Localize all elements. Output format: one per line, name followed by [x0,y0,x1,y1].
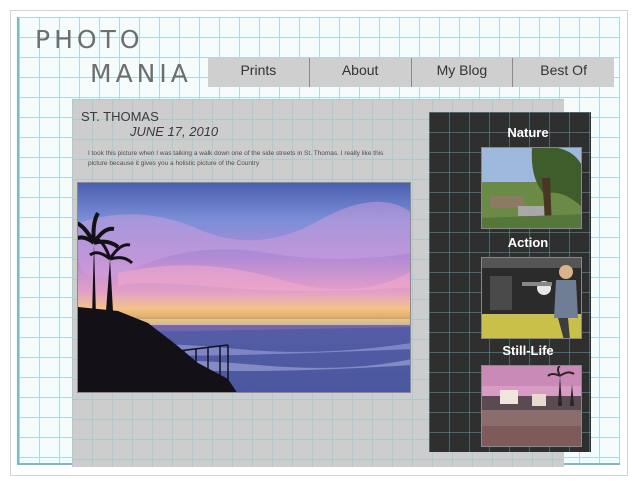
nav-item-best-of[interactable]: Best Of [512,58,614,87]
post-body: I took this picture when I was talking a… [88,150,384,167]
logo-line-mania: MANIA [90,59,192,88]
thumbnail-still-life[interactable] [481,365,582,447]
category-label-still-life[interactable]: Still-Life [466,343,590,358]
nav-item-my-blog[interactable]: My Blog [410,58,513,87]
featured-photo [77,182,411,393]
thumbnail-action[interactable] [481,257,582,339]
top-navigation: Prints About My Blog Best Of [208,58,614,87]
category-label-nature[interactable]: Nature [466,125,590,140]
post-title: ST. THOMAS [81,109,159,124]
nature-thumbnail-art [482,148,581,228]
sunset-illustration [78,201,410,392]
nav-item-about[interactable]: About [308,58,411,87]
thumbnail-nature[interactable] [481,147,582,229]
category-label-action[interactable]: Action [466,235,590,250]
post-date: JUNE 17, 2010 [130,124,219,139]
logo-line-photo: PHOTO [35,25,144,54]
still-life-thumbnail-art [482,366,581,446]
action-thumbnail-art [482,258,581,338]
nav-item-prints[interactable]: Prints [208,58,309,87]
